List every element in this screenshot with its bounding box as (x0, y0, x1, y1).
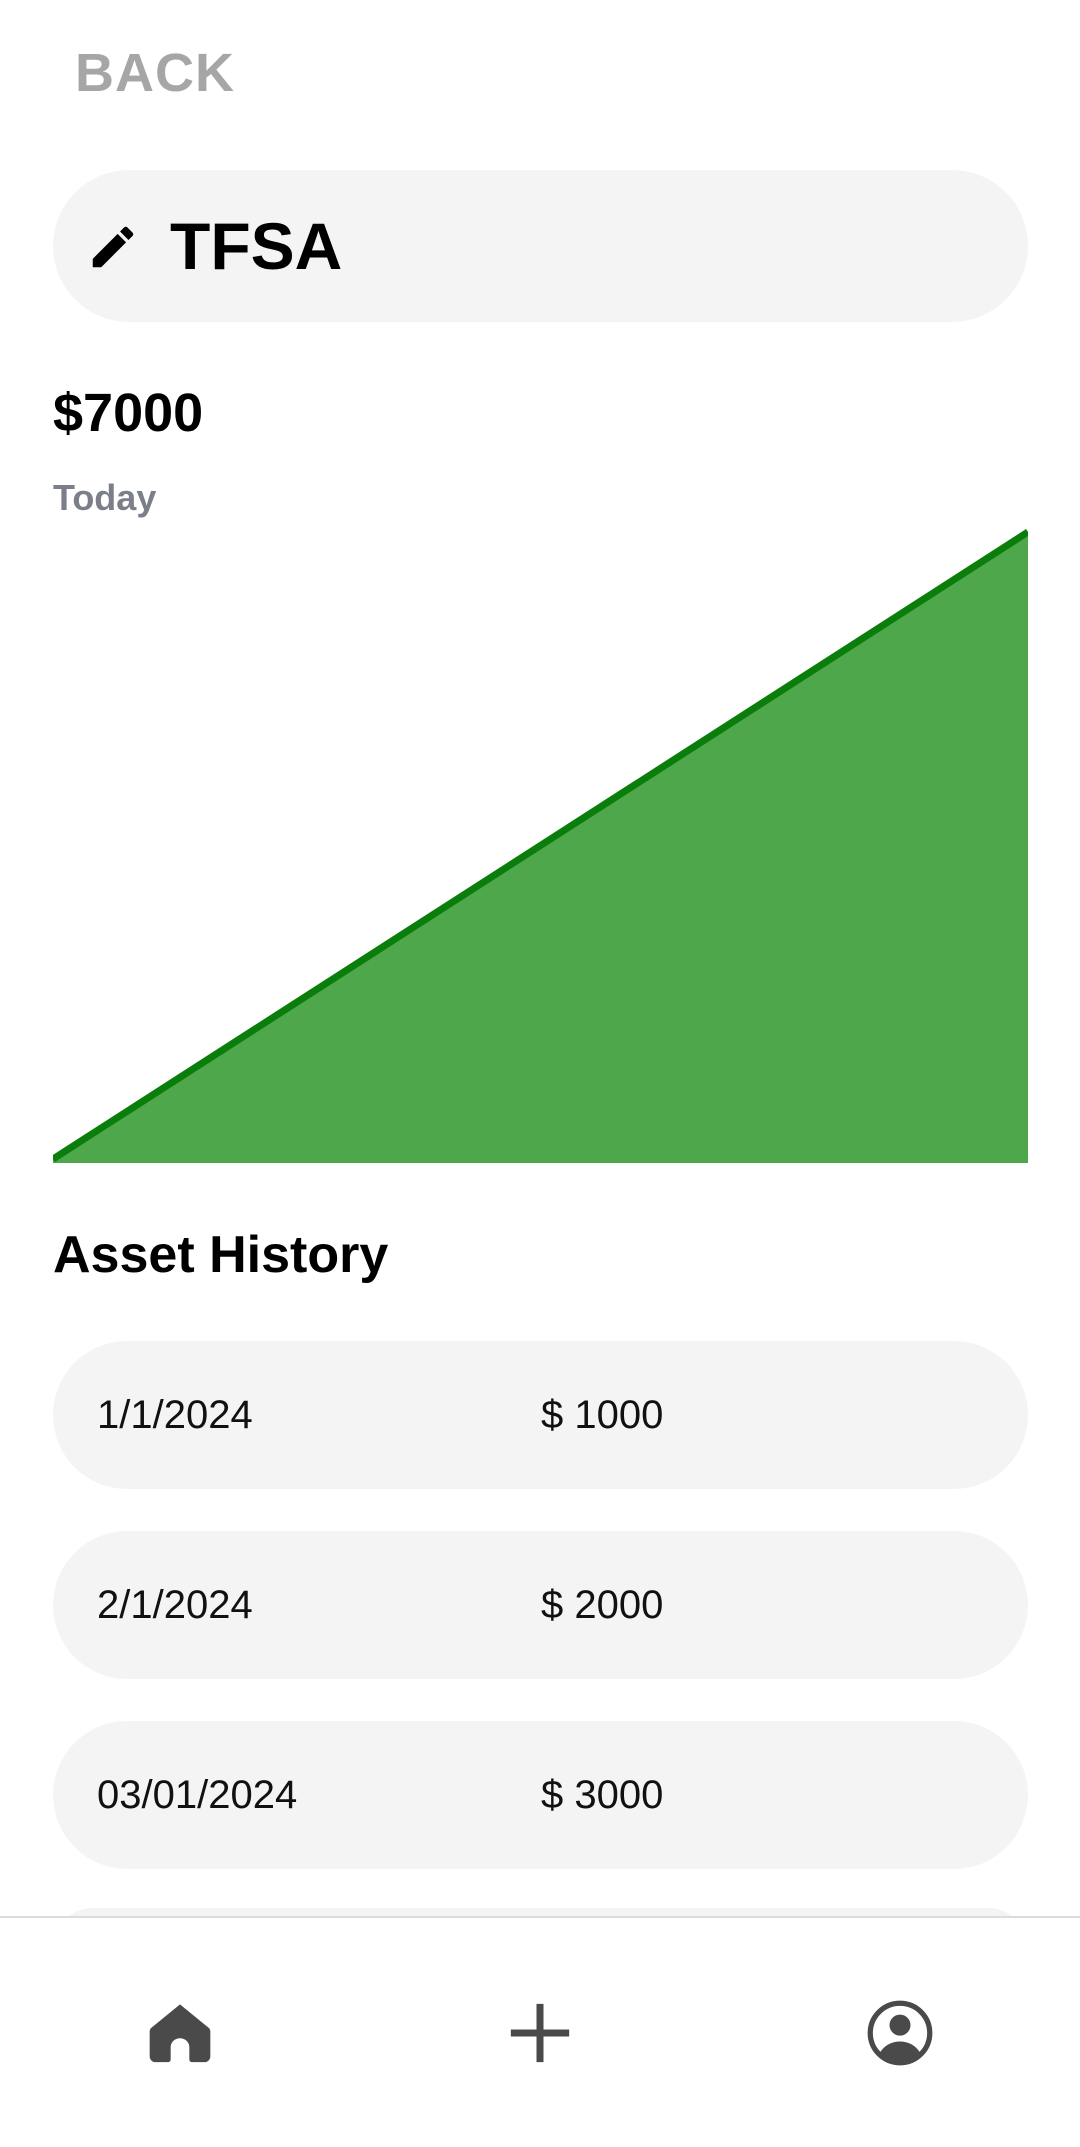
history-row[interactable]: 1/1/2024 $ 1000 (53, 1341, 1028, 1489)
home-icon (149, 2004, 211, 2063)
asset-history-title: Asset History (53, 1226, 389, 1284)
current-value: $7000 (53, 383, 204, 443)
history-amount: $ 1000 (541, 1393, 664, 1437)
asset-name: TFSA (170, 209, 343, 283)
history-date: 03/01/2024 (97, 1773, 298, 1817)
history-date: 1/1/2024 (97, 1393, 253, 1437)
nav-home-button[interactable] (145, 1998, 215, 2068)
asset-detail-screen: BACK TFSA $7000 Today Asset History 1/1/… (0, 0, 1080, 2147)
history-row[interactable]: 03/01/2024 $ 3000 (53, 1721, 1028, 1869)
nav-profile-button[interactable] (865, 1998, 935, 2068)
bottom-nav (0, 1916, 1080, 2147)
asset-value-chart (53, 529, 1028, 1163)
plus-icon (510, 2003, 570, 2063)
profile-icon (867, 2000, 933, 2066)
history-amount: $ 3000 (541, 1773, 664, 1817)
history-amount: $ 2000 (541, 1583, 664, 1627)
history-date: 2/1/2024 (97, 1583, 253, 1627)
nav-add-button[interactable] (505, 1998, 575, 2068)
back-button[interactable]: BACK (75, 42, 235, 104)
pencil-icon[interactable] (86, 220, 140, 274)
value-caption: Today (53, 477, 157, 518)
history-row[interactable]: 2/1/2024 $ 2000 (53, 1531, 1028, 1679)
